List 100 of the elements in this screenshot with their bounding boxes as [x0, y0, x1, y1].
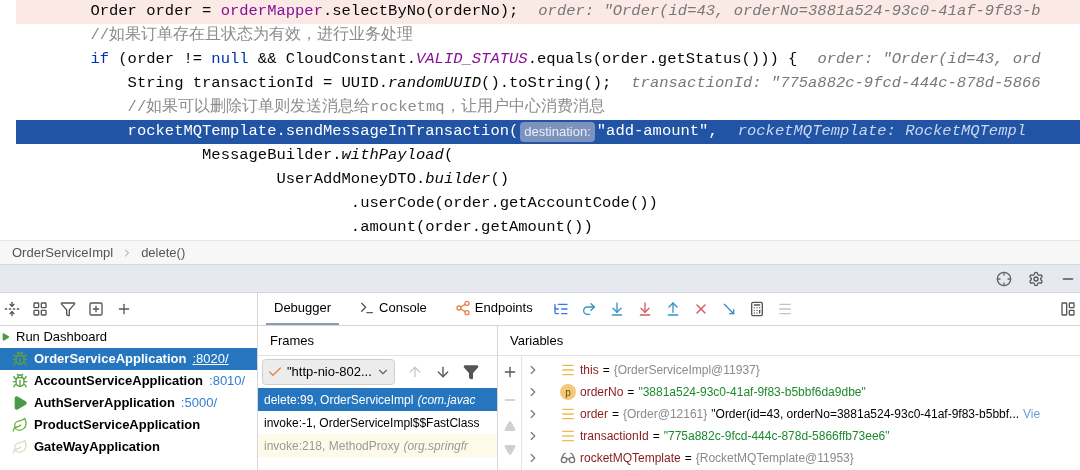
expand-triangle-icon[interactable] [2, 333, 10, 341]
equals-sign: = [684, 450, 692, 467]
code-method: builder [425, 169, 491, 191]
port-link[interactable]: :8010/ [209, 371, 246, 391]
bug-icon [12, 351, 28, 367]
equals-sign: = [602, 362, 610, 379]
variable-name: orderNo [580, 384, 624, 401]
code-method: withPayload [341, 145, 444, 167]
add-frame-icon[interactable] [88, 301, 104, 317]
variable-name: order [580, 406, 608, 423]
code-text: ( [443, 145, 454, 167]
variable-name: this [580, 362, 599, 379]
service-name: OrderServiceApplication [34, 350, 187, 369]
thread-dropdown[interactable]: "http-nio-802... [262, 359, 395, 385]
variable-row[interactable]: order = {Order@12161} "Order(id=43, orderNo=3881a524-93c0-41af-9f83-b5bbf... Vie [522, 403, 1041, 425]
play-icon [12, 395, 28, 411]
frame-package: (com.javac [417, 391, 476, 409]
code-text: MessageBuilder. [201, 145, 342, 167]
service-item[interactable]: AuthServerApplication :5000/ [0, 392, 257, 414]
nodes-icon [454, 300, 471, 316]
code-constant: VALID_STATUS [416, 49, 528, 71]
service-name: GateWayApplication [34, 438, 160, 457]
frame-method: invoke:218, MethodProxy [264, 437, 400, 455]
equals-sign: = [652, 428, 660, 445]
code-comment: //如果可以删除订单则发送消息给rocketmq，让用户中心消费消息 [126, 96, 605, 119]
stack-frame[interactable]: invoke:-1, OrderServiceImpl$$FastClass [258, 411, 497, 434]
code-text: ().toString(); [481, 73, 612, 95]
frame-package: (org.springfr [403, 437, 469, 455]
inline-debug-value: order: "Order(id=43, orderNo=3881a524-93c0-41af-9f83-b [538, 1, 1041, 23]
variable-name: transactionId [580, 428, 649, 445]
code-text: Order order = [89, 1, 213, 23]
layout-icon[interactable] [1060, 301, 1076, 317]
port-link[interactable]: :8020/ [192, 349, 229, 369]
code-string: "add-amount", [596, 121, 718, 143]
frame-method: delete:99, OrderServiceImpl [264, 391, 414, 409]
panel-title: Variables [498, 326, 1080, 356]
object-value: {OrderServiceImpl@11937} [613, 362, 760, 379]
grid-icon[interactable] [32, 301, 48, 317]
debug-tab[interactable]: Debugger [266, 293, 340, 325]
service-item[interactable]: GateWayApplication [0, 436, 257, 458]
code-text: && CloudConstant. [256, 49, 416, 71]
filter-icon[interactable] [60, 301, 76, 317]
port-link[interactable]: :5000/ [180, 393, 217, 413]
code-text: rocketMQTemplate.sendMessageInTransaction( [126, 121, 519, 143]
code-text: .equals(order.getStatus())) { [527, 49, 798, 71]
breadcrumb-item[interactable]: delete() [141, 242, 186, 263]
service-name: Run Dashboard [16, 328, 108, 347]
service-item[interactable]: Run Dashboard [0, 326, 257, 348]
settings-icon[interactable] [1028, 270, 1044, 287]
leaf-icon [12, 439, 28, 455]
string-value: "3881a524-93c0-41af-9f83-b5bbf6da9dbe" [638, 384, 866, 401]
variable-row[interactable]: this = {OrderServiceImpl@11937} [522, 359, 1041, 381]
glasses-icon [560, 450, 576, 466]
filter-icon[interactable] [462, 364, 479, 380]
debug-tab[interactable]: Console [351, 293, 435, 325]
add-icon[interactable] [116, 301, 132, 317]
code-text: String transactionId = UUID. [126, 73, 389, 95]
leaf-icon [12, 417, 28, 433]
stack-frame[interactable]: delete:99, OrderServiceImpl (com.javac [258, 388, 497, 411]
terminal-icon [359, 300, 376, 316]
code-text: .selectByNo(orderNo); [322, 1, 519, 23]
service-name: AccountServiceApplication [34, 372, 204, 391]
code-text: .userCode(order.getAccountCode()) [349, 193, 658, 215]
code-text: .amount(order.getAmount()) [349, 217, 593, 239]
parameter-hint: destination: [520, 122, 595, 142]
breadcrumb-item[interactable]: OrderServiceImpl [12, 242, 114, 263]
step-over-icon[interactable] [580, 301, 597, 317]
string-value: "775a882c-9fcd-444c-878d-5866ffb73ee6" [663, 428, 890, 445]
code-field: orderMapper [220, 0, 323, 24]
service-item[interactable]: OrderServiceApplication :8020/ [0, 348, 257, 370]
code-text: () [490, 169, 509, 191]
frame-method: invoke:-1, OrderServiceImpl$$FastClass [264, 414, 480, 432]
code-keyword: if [89, 49, 109, 71]
service-item[interactable]: AccountServiceApplication :8010/ [0, 370, 257, 392]
code-text: UserAddMoneyDTO. [275, 169, 426, 191]
variable-row[interactable]: transactionId = "775a882c-9fcd-444c-878d-5866ffb73ee6" [522, 425, 1041, 447]
bug-icon [12, 373, 28, 389]
equals-sign: = [627, 384, 635, 401]
value-preview: "Order(id=43, orderNo=3881a524-93c0-41af-9f83-b5bbf... [711, 406, 1020, 423]
inline-debug-value: order: "Order(id=43, ord [817, 49, 1041, 71]
code-comment: //如果订单存在且状态为有效，进行业务处理 [89, 24, 413, 47]
variable-row[interactable]: p orderNo = "3881a524-93c0-41af-9f83-b5bbf6da9dbe" [522, 381, 1041, 403]
service-item[interactable]: ProductServiceApplication [0, 414, 257, 436]
variable-name: rocketMQTemplate [580, 450, 681, 467]
equals-sign: = [612, 406, 620, 423]
crosshair-icon[interactable] [996, 270, 1012, 287]
debug-tab[interactable]: Endpoints [446, 293, 541, 325]
code-keyword: null [211, 49, 249, 71]
calculator-icon[interactable] [748, 301, 765, 317]
code-text: (order != [117, 49, 204, 71]
service-name: AuthServerApplication [34, 394, 175, 413]
inline-debug-value: rocketMQTemplate: RocketMQTempl [737, 121, 1027, 143]
service-name: ProductServiceApplication [34, 416, 201, 435]
object-value: {RocketMQTemplate@11953} [695, 450, 854, 467]
code-method: randomUUID [388, 73, 482, 95]
variable-row[interactable]: rocketMQTemplate = {RocketMQTemplate@11953} [522, 447, 1041, 469]
panel-title: Frames [258, 326, 497, 356]
object-value: {Order@12161} [623, 406, 708, 423]
collapse-icon[interactable] [4, 301, 20, 317]
inline-debug-value: transactionId: "775a882c-9fcd-444c-878d-5866 [631, 73, 1041, 95]
